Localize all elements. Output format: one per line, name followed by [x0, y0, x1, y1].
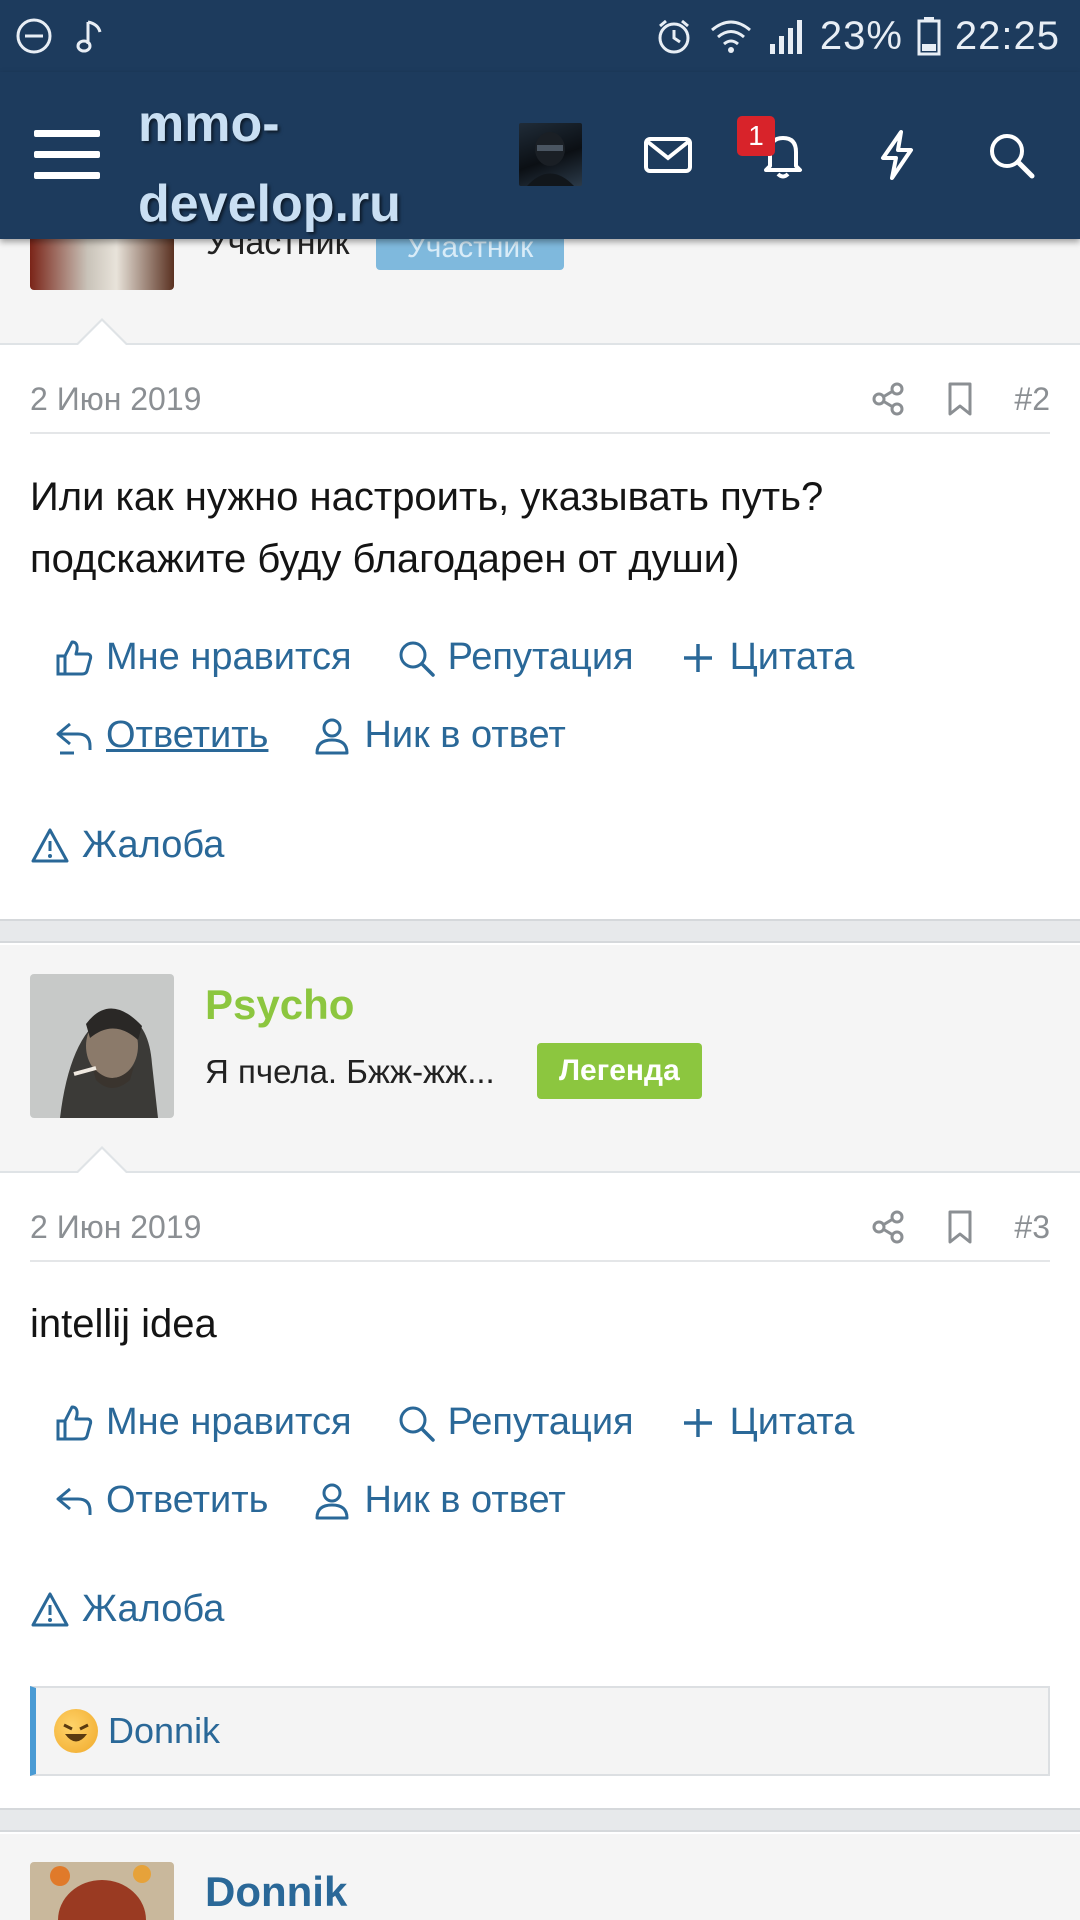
nick-reply-label: Ник в ответ	[364, 1479, 566, 1521]
quote-label: Цитата	[729, 1401, 855, 1443]
report-button[interactable]: Жалоба	[30, 824, 224, 867]
reply-icon	[56, 1487, 92, 1515]
reputation-button[interactable]: Репутация	[396, 636, 634, 679]
report-label: Жалоба	[82, 824, 225, 866]
alarm-icon	[658, 19, 690, 54]
post-meta-actions: #3	[870, 1209, 1050, 1246]
post-pointer-arrow	[76, 1146, 128, 1173]
bookmark-icon[interactable]	[942, 1209, 978, 1245]
share-icon[interactable]	[870, 381, 906, 417]
app-header: mmo-develop.ru	[0, 72, 1080, 239]
status-right: 23% 22:25	[654, 14, 1060, 59]
wifi-icon	[710, 20, 751, 53]
menu-icon[interactable]	[34, 122, 100, 186]
warning-icon	[31, 1592, 69, 1626]
post-actions-row-1: Мне нравится Репутация Цитата	[54, 1401, 854, 1444]
post-actions-row-2: Ответить Ник в ответ	[54, 714, 566, 757]
user-block-donnik: Donnik	[0, 1834, 1080, 1920]
do-not-disturb-icon	[16, 18, 52, 54]
reply-label: Ответить	[106, 714, 269, 756]
user-name[interactable]: Donnik	[205, 1868, 347, 1916]
thumbs-up-icon	[56, 1405, 93, 1440]
reaction-user-link[interactable]: Donnik	[108, 1710, 220, 1752]
nick-reply-button[interactable]: Ник в ответ	[312, 714, 566, 757]
user-title: Я пчела. Бжж-жж...	[205, 1053, 495, 1090]
nick-reply-label: Ник в ответ	[364, 714, 566, 756]
thumbs-up-icon	[56, 640, 93, 675]
site-title[interactable]: mmo-develop.ru	[138, 84, 478, 244]
post-date[interactable]: 2 Июн 2019	[30, 381, 201, 418]
user-avatar[interactable]	[30, 974, 174, 1118]
user-icon	[315, 718, 349, 754]
post-divider	[0, 1808, 1080, 1832]
plus-icon	[683, 643, 712, 672]
laughing-emoji-icon	[54, 1709, 98, 1753]
battery-percent: 23%	[819, 13, 903, 58]
report-button[interactable]: Жалоба	[30, 1588, 224, 1631]
user-rank-badge: Легенда	[537, 1043, 702, 1099]
reactions-bar[interactable]: Donnik	[30, 1686, 1050, 1776]
status-left	[14, 16, 110, 56]
post-meta-actions: #2	[870, 381, 1050, 418]
reply-icon	[56, 722, 92, 754]
user-block-psycho: Psycho Я пчела. Бжж-жж... Легенда	[0, 945, 1080, 1173]
emoji-face	[63, 1723, 89, 1742]
like-label: Мне нравится	[106, 1401, 352, 1443]
plus-icon	[683, 1408, 712, 1437]
share-icon[interactable]	[870, 1209, 906, 1245]
reply-label: Ответить	[106, 1479, 269, 1521]
search-icon[interactable]	[984, 128, 1038, 182]
post-body: intellij idea	[30, 1302, 217, 1346]
like-button[interactable]: Мне нравится	[54, 1401, 352, 1444]
search-icon	[399, 1406, 435, 1442]
post-meta-2: 2 Июн 2019 #2	[30, 366, 1050, 434]
reply-button[interactable]: Ответить	[54, 714, 268, 757]
avatar-image	[527, 132, 574, 186]
reputation-button[interactable]: Репутация	[396, 1401, 634, 1444]
search-icon	[399, 641, 435, 677]
reputation-label: Репутация	[447, 1401, 634, 1443]
battery-icon	[917, 17, 941, 56]
clock: 22:25	[954, 13, 1060, 58]
lightning-icon[interactable]	[870, 128, 924, 182]
post-number[interactable]: #2	[1014, 381, 1050, 418]
report-label: Жалоба	[82, 1588, 225, 1630]
music-note-icon	[76, 20, 102, 53]
avatar[interactable]	[519, 123, 582, 186]
screen: 23% 22:25 mmo-develop.ru 1 Участник Учас…	[0, 0, 1080, 1920]
quote-button[interactable]: Цитата	[678, 636, 855, 679]
post-actions-row-2: Ответить Ник в ответ	[54, 1479, 566, 1522]
like-button[interactable]: Мне нравится	[54, 636, 352, 679]
post-date[interactable]: 2 Июн 2019	[30, 1209, 201, 1246]
warning-icon	[31, 828, 69, 862]
user-name[interactable]: Psycho	[205, 981, 354, 1029]
like-label: Мне нравится	[106, 636, 352, 678]
reply-button[interactable]: Ответить	[54, 1479, 268, 1522]
bookmark-icon[interactable]	[942, 381, 978, 417]
post-actions-row-1: Мне нравится Репутация Цитата	[54, 636, 854, 679]
quote-label: Цитата	[729, 636, 855, 678]
user-icon	[315, 1483, 349, 1519]
quote-button[interactable]: Цитата	[678, 1401, 855, 1444]
signal-icon	[769, 20, 802, 54]
post-pointer-arrow	[76, 318, 128, 345]
mail-icon[interactable]	[641, 128, 695, 182]
avatar-image	[30, 974, 174, 1118]
post-number[interactable]: #3	[1014, 1209, 1050, 1246]
avatar-image	[30, 1862, 174, 1920]
reputation-label: Репутация	[447, 636, 634, 678]
user-avatar[interactable]	[30, 1862, 174, 1920]
post-meta-3: 2 Июн 2019 #3	[30, 1194, 1050, 1262]
nick-reply-button[interactable]: Ник в ответ	[312, 1479, 566, 1522]
status-bar: 23% 22:25	[0, 0, 1080, 72]
post-divider	[0, 919, 1080, 943]
notification-count-badge[interactable]: 1	[737, 116, 775, 156]
post-body: Или как нужно настроить, указывать путь?…	[30, 475, 824, 581]
